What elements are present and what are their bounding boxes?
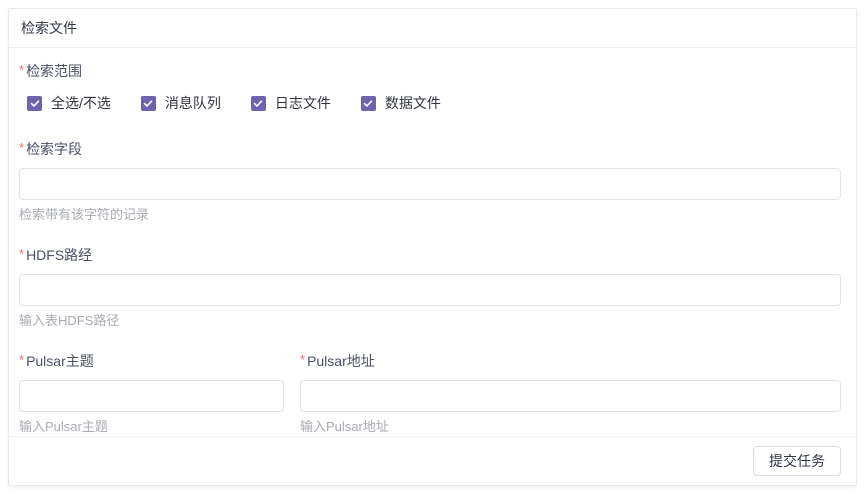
checkbox-label[interactable]: 日志文件 <box>275 93 331 113</box>
check-icon <box>143 99 153 108</box>
scope-section: * 检索范围 全选/不选 消息队列 <box>19 61 841 113</box>
checkbox-select-all[interactable]: 全选/不选 <box>27 93 111 113</box>
check-icon <box>363 99 373 108</box>
pulsar-address-help-text: 输入Pulsar地址 <box>300 418 841 435</box>
panel-footer: 提交任务 <box>9 436 856 485</box>
panel-body: * 检索范围 全选/不选 消息队列 <box>9 48 856 436</box>
checkbox-label[interactable]: 数据文件 <box>385 93 441 113</box>
pulsar-topic-label-row: * Pulsar主题 <box>19 351 284 371</box>
pulsar-address-label: Pulsar地址 <box>307 351 375 371</box>
hdfs-label: HDFS路经 <box>26 245 92 265</box>
pulsar-address-input[interactable] <box>300 380 841 412</box>
keyword-help-text: 检索带有该字符的记录 <box>19 206 841 223</box>
checkbox-data-file[interactable]: 数据文件 <box>361 93 441 113</box>
keyword-label: 检索字段 <box>26 139 82 159</box>
keyword-input[interactable] <box>19 168 841 200</box>
checkbox-label[interactable]: 消息队列 <box>165 93 221 113</box>
pulsar-topic-label: Pulsar主题 <box>26 351 94 371</box>
scope-label-row: * 检索范围 <box>19 61 841 81</box>
checkbox-checked-box[interactable] <box>27 96 42 111</box>
checkbox-log-file[interactable]: 日志文件 <box>251 93 331 113</box>
required-asterisk: * <box>300 351 305 369</box>
hdfs-help-text: 输入表HDFS路径 <box>19 312 841 329</box>
hdfs-field-block: * HDFS路经 输入表HDFS路径 <box>19 245 841 329</box>
check-icon <box>253 99 263 108</box>
pulsar-topic-help-text: 输入Pulsar主题 <box>19 418 284 435</box>
scope-label: 检索范围 <box>26 61 82 81</box>
submit-task-button[interactable]: 提交任务 <box>753 446 841 476</box>
required-asterisk: * <box>19 245 24 263</box>
checkbox-checked-box[interactable] <box>141 96 156 111</box>
required-asterisk: * <box>19 351 24 369</box>
pulsar-topic-block: * Pulsar主题 输入Pulsar主题 <box>19 351 284 435</box>
checkbox-message-queue[interactable]: 消息队列 <box>141 93 221 113</box>
keyword-field-block: * 检索字段 检索带有该字符的记录 <box>19 139 841 223</box>
pulsar-address-block: * Pulsar地址 输入Pulsar地址 <box>300 351 841 435</box>
keyword-label-row: * 检索字段 <box>19 139 841 159</box>
checkbox-checked-box[interactable] <box>251 96 266 111</box>
pulsar-address-label-row: * Pulsar地址 <box>300 351 841 371</box>
pulsar-row: * Pulsar主题 输入Pulsar主题 * Pulsar地址 输入Pulsa… <box>19 351 841 435</box>
checkbox-label[interactable]: 全选/不选 <box>51 93 111 113</box>
panel-title: 检索文件 <box>21 20 77 36</box>
scope-checkbox-row: 全选/不选 消息队列 日志文件 <box>19 93 841 113</box>
search-file-panel: 检索文件 * 检索范围 全选/不选 消息队列 <box>8 8 857 486</box>
checkbox-checked-box[interactable] <box>361 96 376 111</box>
required-asterisk: * <box>19 139 24 157</box>
check-icon <box>30 99 40 108</box>
hdfs-path-input[interactable] <box>19 274 841 306</box>
required-asterisk: * <box>19 61 24 79</box>
panel-header: 检索文件 <box>9 9 856 48</box>
pulsar-topic-input[interactable] <box>19 380 284 412</box>
hdfs-label-row: * HDFS路经 <box>19 245 841 265</box>
